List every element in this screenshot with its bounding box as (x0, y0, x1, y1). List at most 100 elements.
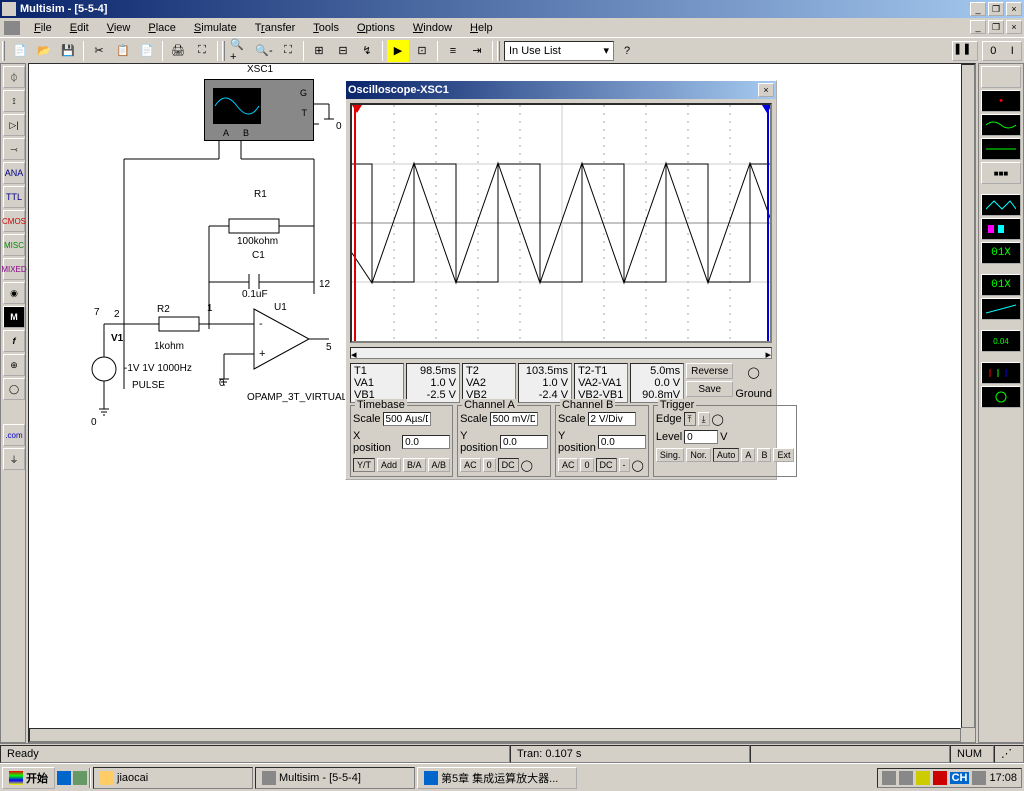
cut-button[interactable]: ✂ (88, 40, 110, 62)
inuse-dropdown[interactable]: In Use List▾ (504, 41, 614, 61)
open-button[interactable]: 📂 (33, 40, 55, 62)
trig-a[interactable]: A (741, 448, 755, 462)
chb-0[interactable]: 0 (580, 458, 593, 472)
print-button[interactable]: 🖨 (167, 40, 189, 62)
ba-button[interactable]: B/A (403, 458, 426, 472)
menu-view[interactable]: View (99, 20, 139, 36)
ime-indicator[interactable]: CH (950, 772, 970, 784)
cha-dc[interactable]: DC (498, 458, 519, 472)
menu-file[interactable]: File (26, 20, 60, 36)
ab-button[interactable]: A/B (428, 458, 451, 472)
cha-ypos[interactable] (500, 435, 548, 449)
menu-options[interactable]: Options (349, 20, 403, 36)
dbtn4[interactable]: ▶ (387, 40, 409, 62)
trig-ext[interactable]: Ext (773, 448, 794, 462)
cha-scale[interactable] (490, 412, 538, 426)
osc-waveform[interactable] (350, 103, 772, 343)
instr-11[interactable] (981, 362, 1021, 384)
save-button[interactable]: 💾 (57, 40, 79, 62)
chb-dc[interactable]: DC (596, 458, 617, 472)
menu-simulate[interactable]: Simulate (186, 20, 245, 36)
dbtn2[interactable]: ⊟ (332, 40, 354, 62)
chb-scale[interactable] (588, 412, 636, 426)
timebase-xpos[interactable] (402, 435, 450, 449)
trigger-level[interactable] (684, 430, 718, 444)
close-button[interactable]: × (1006, 2, 1022, 16)
child-close-button[interactable]: × (1006, 20, 1022, 34)
palette-diode[interactable]: ▷| (3, 114, 25, 136)
timebase-scale[interactable] (383, 412, 431, 426)
cha-color[interactable]: ◯ (521, 459, 533, 472)
copy-button[interactable]: 📋 (112, 40, 134, 62)
edge-fall[interactable]: ⤓ (698, 412, 710, 426)
menu-tools[interactable]: Tools (305, 20, 347, 36)
instr-10[interactable]: 0.04 (981, 330, 1021, 352)
start-button[interactable]: 开始 (2, 767, 55, 789)
tray-3-icon[interactable] (916, 771, 930, 785)
yt-button[interactable]: Y/T (353, 458, 375, 472)
ground-radio[interactable]: ◯ (748, 366, 760, 379)
chb-minus[interactable]: - (619, 458, 630, 472)
edge-rise[interactable]: ⤒ (684, 412, 696, 426)
palette-m[interactable]: M (3, 306, 25, 328)
trig-b[interactable]: B (757, 448, 771, 462)
palette-ttl[interactable]: TTL (3, 186, 25, 208)
instr-8[interactable]: 01X (981, 274, 1021, 296)
chb-ypos[interactable] (598, 435, 646, 449)
dbtn1[interactable]: ⊞ (308, 40, 330, 62)
palette-source[interactable]: ⏀ (3, 66, 25, 88)
instr-6[interactable] (981, 218, 1021, 240)
menu-edit[interactable]: Edit (62, 20, 97, 36)
palette-cmos[interactable]: CMOS (3, 210, 25, 232)
instr-2[interactable] (981, 114, 1021, 136)
menu-transfer[interactable]: Transfer (247, 20, 304, 36)
menu-help[interactable]: Help (462, 20, 501, 36)
menu-place[interactable]: Place (140, 20, 184, 36)
palette-f[interactable]: f (3, 330, 25, 352)
dbtn6[interactable]: ≡ (442, 40, 464, 62)
tray-vol-icon[interactable] (899, 771, 913, 785)
dbtn3[interactable]: ↯ (356, 40, 378, 62)
palette-out[interactable]: ◯ (3, 378, 25, 400)
palette-misc[interactable]: MISC (3, 234, 25, 256)
palette-ground[interactable]: ⏚ (3, 448, 25, 470)
chb-color[interactable]: ◯ (632, 459, 644, 472)
add-button[interactable]: Add (377, 458, 401, 472)
paste-button[interactable]: 📄 (136, 40, 158, 62)
save-osc-button[interactable]: Save (686, 381, 733, 397)
instr-9[interactable] (981, 298, 1021, 320)
cha-ac[interactable]: AC (460, 458, 481, 472)
trig-color[interactable]: ◯ (712, 413, 724, 426)
clock[interactable]: 17:08 (989, 772, 1017, 784)
palette-analog[interactable]: ANA (3, 162, 25, 184)
osc-close-button[interactable]: × (758, 83, 774, 97)
dbtn7[interactable]: ⇥ (466, 40, 488, 62)
instr-12[interactable] (981, 386, 1021, 408)
zoomout-button[interactable]: 🔍- (253, 40, 275, 62)
trig-nor[interactable]: Nor. (686, 448, 711, 462)
minimize-button[interactable]: _ (970, 2, 986, 16)
instr-4[interactable]: ■■■ (981, 162, 1021, 184)
quick-desktop-icon[interactable] (73, 771, 87, 785)
tray-6-icon[interactable] (972, 771, 986, 785)
menu-window[interactable]: Window (405, 20, 460, 36)
palette-em[interactable]: ⊕ (3, 354, 25, 376)
new-button[interactable]: 📄 (9, 40, 31, 62)
quick-ie-icon[interactable] (57, 771, 71, 785)
dbtn5[interactable]: ⊡ (411, 40, 433, 62)
task-multisim[interactable]: Multisim - [5-5-4] (255, 767, 415, 789)
reverse-button[interactable]: Reverse (686, 363, 733, 379)
instr-7[interactable]: 01X (981, 242, 1021, 264)
trig-auto[interactable]: Auto (713, 448, 740, 462)
trig-sing[interactable]: Sing. (656, 448, 685, 462)
full-button[interactable]: ⛶ (191, 40, 213, 62)
sim-run-switch[interactable]: 0I (982, 41, 1022, 61)
chb-ac[interactable]: AC (558, 458, 579, 472)
osc-scrollbar[interactable]: ◂▸ (350, 347, 772, 359)
sim-pause-button[interactable]: ❚❚ (952, 41, 978, 61)
oscilloscope-window[interactable]: Oscilloscope-XSC1 × (345, 80, 777, 480)
palette-com[interactable]: .com (3, 424, 25, 446)
instr-3[interactable] (981, 138, 1021, 160)
palette-transistor[interactable]: ⤙ (3, 138, 25, 160)
child-restore-button[interactable]: ❐ (988, 20, 1004, 34)
